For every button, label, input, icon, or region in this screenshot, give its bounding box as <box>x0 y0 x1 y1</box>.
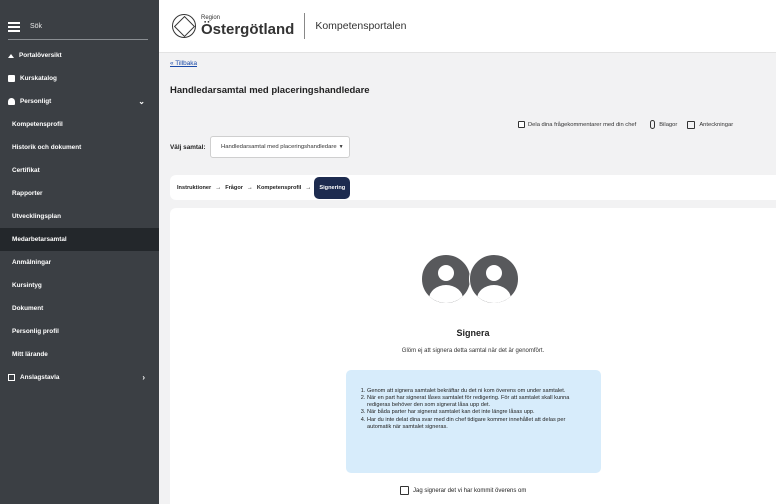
sidebar-item-label: Historik och dokument <box>12 144 82 151</box>
avatar-body <box>429 285 463 303</box>
region-logo[interactable]: Region Östergötland Kompetensportalen <box>172 13 406 39</box>
sidebar-item-medarbetarsamtal[interactable]: Medarbetarsamtal <box>0 228 159 251</box>
board-icon <box>8 374 15 381</box>
share-with-manager-label: Dela dina frågekommentarer med din chef <box>528 121 637 128</box>
attachments-label: Bilagor <box>659 121 678 128</box>
avatar-body <box>477 285 511 303</box>
sidebar-item-label: Kompetensprofil <box>12 121 63 128</box>
sidebar-item-label: Utvecklingsplan <box>12 213 62 220</box>
attachments-button[interactable]: Bilagor <box>650 120 677 129</box>
portal-name: Kompetensportalen <box>315 20 407 32</box>
notes-label: Anteckningar <box>699 121 734 128</box>
signing-panel: Signera Glöm ej att signera detta samtal… <box>170 208 776 504</box>
sidebar-item-portaloversikt[interactable]: Portalöversikt <box>0 44 159 67</box>
note-icon <box>687 120 696 129</box>
sidebar-item-label: Dokument <box>12 305 44 312</box>
list-item: Har du inte delat dina svar med din chef… <box>367 417 589 431</box>
logo-text: Region Östergötland <box>201 15 294 37</box>
book-icon <box>8 75 15 82</box>
region-logo-mark-icon <box>172 14 196 38</box>
arrow-right-icon: → <box>305 184 312 191</box>
sidebar-item-label: Certifikat <box>12 167 40 174</box>
step-breadcrumb: Instruktioner → Frågor → Kompetensprofil… <box>170 175 776 200</box>
sidebar-item-certifikat[interactable]: Certifikat <box>0 159 159 182</box>
chevron-down-icon[interactable]: ⌄ <box>138 97 145 106</box>
user-icon <box>8 98 15 105</box>
sidebar-item-label: Personligt <box>20 98 52 105</box>
agree-row: Jag signerar det vi har kommit överens o… <box>400 486 526 495</box>
step-kompetensprofil[interactable]: Kompetensprofil <box>254 185 304 191</box>
caret-down-icon: ▼ <box>338 144 344 150</box>
sign-subtitle: Glöm ej att signera detta samtal när det… <box>401 348 545 354</box>
sidebar-nav: Portalöversikt Kurskatalog Personligt ⌄ … <box>0 44 159 389</box>
menu-icon[interactable] <box>8 21 20 32</box>
step-instruktioner[interactable]: Instruktioner <box>174 185 214 191</box>
page-title: Handledarsamtal med placeringshandledare <box>170 85 370 96</box>
sidebar-item-label: Anslagstavla <box>20 374 60 381</box>
signing-info-list: Genom att signera samtalet bekräftar du … <box>358 388 589 431</box>
sidebar-item-anslagstavla[interactable]: Anslagstavla › <box>0 366 159 389</box>
sign-title: Signera <box>456 328 490 338</box>
sidebar: Sök Portalöversikt Kurskatalog Personlig… <box>0 0 159 504</box>
toolbar-row: Dela dina frågekommentarer med din chef … <box>518 120 733 129</box>
sidebar-item-rapporter[interactable]: Rapporter <box>0 182 159 205</box>
sidebar-item-personligt[interactable]: Personligt ⌄ <box>0 90 159 113</box>
sidebar-item-label: Rapporter <box>12 190 43 197</box>
share-with-manager-checkbox[interactable] <box>518 121 525 128</box>
sidebar-item-label: Portalöversikt <box>19 52 62 59</box>
avatar-head <box>438 265 454 281</box>
avatar <box>469 254 519 304</box>
sidebar-item-label: Mitt lärande <box>12 351 48 358</box>
arrow-right-icon: → <box>246 184 253 191</box>
chevron-right-icon[interactable]: › <box>142 373 145 382</box>
sidebar-item-utvecklingsplan[interactable]: Utvecklingsplan <box>0 205 159 228</box>
paperclip-icon <box>650 120 656 129</box>
sidebar-item-kompetensprofil[interactable]: Kompetensprofil <box>0 113 159 136</box>
sidebar-item-dokument[interactable]: Dokument <box>0 297 159 320</box>
logo-name: Östergötland <box>201 21 295 38</box>
step-fragor[interactable]: Frågor <box>222 185 246 191</box>
back-link[interactable]: « Tillbaka <box>170 60 197 67</box>
sidebar-item-kursintyg[interactable]: Kursintyg <box>0 274 159 297</box>
sidebar-item-label: Kurskatalog <box>20 75 57 82</box>
avatar-head <box>486 265 502 281</box>
signing-info-box: Genom att signera samtalet bekräftar du … <box>346 370 601 473</box>
sidebar-search[interactable]: Sök <box>8 14 148 40</box>
list-item: När båda parter har signerat samtalet ka… <box>367 409 589 416</box>
list-item: När en part har signerat låses samtalet … <box>367 395 589 409</box>
home-icon <box>8 53 14 58</box>
agree-label: Jag signerar det vi har kommit överens o… <box>413 487 527 494</box>
sidebar-item-label: Kursintyg <box>12 282 42 289</box>
arrow-right-icon: → <box>215 184 222 191</box>
avatar <box>421 254 471 304</box>
sidebar-item-label: Medarbetarsamtal <box>12 236 67 243</box>
sidebar-item-kurskatalog[interactable]: Kurskatalog <box>0 67 159 90</box>
sidebar-item-label: Anmälningar <box>12 259 52 266</box>
participant-avatars <box>421 254 519 304</box>
notes-button[interactable]: Anteckningar <box>687 120 734 129</box>
top-header: Region Östergötland Kompetensportalen <box>159 0 776 53</box>
sidebar-item-mitt-larande[interactable]: Mitt lärande <box>0 343 159 366</box>
select-conversation-label: Välj samtal: <box>170 144 206 151</box>
conversation-select[interactable]: Handledarsamtal med placeringshandledare… <box>210 136 350 158</box>
agree-checkbox[interactable] <box>400 486 409 495</box>
sidebar-item-historik[interactable]: Historik och dokument <box>0 136 159 159</box>
conversation-select-value: Handledarsamtal med placeringshandledare <box>221 144 337 150</box>
logo-divider <box>304 13 306 39</box>
sidebar-item-personlig-profil[interactable]: Personlig profil <box>0 320 159 343</box>
step-signering[interactable]: Signering <box>314 176 351 199</box>
sidebar-item-anmalningar[interactable]: Anmälningar <box>0 251 159 274</box>
search-label: Sök <box>30 23 43 30</box>
sidebar-item-label: Personlig profil <box>12 328 59 335</box>
